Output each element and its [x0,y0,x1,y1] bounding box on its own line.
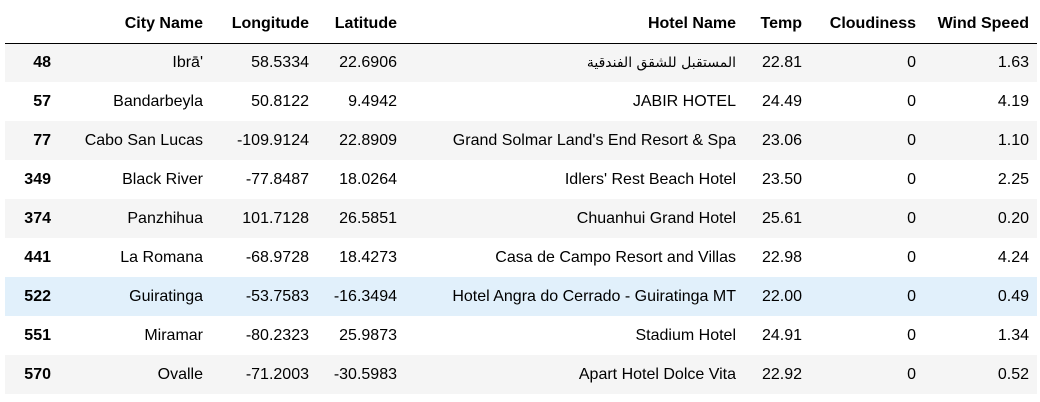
table-row: 48 Ibrā' 58.5334 22.6906 المستقبل للشقق … [5,43,1037,82]
cell-temp: 22.98 [761,248,802,266]
cell-cloudiness: 0 [907,53,916,71]
table-header: City Name Longitude Latitude Hotel Name … [5,5,1037,44]
row-index: 349 [24,170,51,188]
table-row: 374 Panzhihua 101.7128 26.5851 Chuanhui … [5,199,1037,238]
cell-hotel-name: Idlers' Rest Beach Hotel [564,170,736,188]
cell-wind-speed: 1.10 [997,131,1029,149]
column-header-wind-speed: Wind Speed [924,5,1037,44]
cell-wind-speed: 1.63 [997,53,1029,71]
cell-city-name: Black River [122,170,203,188]
cell-temp: 23.06 [761,131,802,149]
cell-wind-speed: 4.24 [997,248,1029,266]
cell-latitude: 22.8909 [339,131,397,149]
row-index: 57 [33,92,51,110]
cell-cloudiness: 0 [907,92,916,110]
cell-temp: 22.92 [761,365,802,383]
column-header-temp: Temp [744,5,810,44]
cell-cloudiness: 0 [907,365,916,383]
cell-latitude: 25.9873 [339,326,397,344]
cell-city-name: Guiratinga [129,287,203,305]
cell-cloudiness: 0 [907,248,916,266]
cell-cloudiness: 0 [907,131,916,149]
cell-longitude: 101.7128 [242,209,309,227]
cell-latitude: -16.3494 [333,287,397,305]
cell-hotel-name: Grand Solmar Land's End Resort & Spa [452,131,736,149]
table-body: 48 Ibrā' 58.5334 22.6906 المستقبل للشقق … [5,43,1037,394]
cell-latitude: -30.5983 [333,365,397,383]
cell-wind-speed: 4.19 [997,92,1029,110]
cell-longitude: -77.8487 [245,170,309,188]
cell-city-name: Ibrā' [172,53,203,71]
column-header-longitude: Longitude [211,5,317,44]
cell-latitude: 26.5851 [339,209,397,227]
cell-temp: 24.91 [761,326,802,344]
cell-city-name: La Romana [120,248,203,266]
cell-city-name: Miramar [144,326,203,344]
cell-wind-speed: 0.20 [997,209,1029,227]
cell-cloudiness: 0 [907,287,916,305]
row-index: 374 [24,209,51,227]
hotel-dataframe-table: City Name Longitude Latitude Hotel Name … [5,5,1037,394]
header-row: City Name Longitude Latitude Hotel Name … [5,5,1037,44]
cell-cloudiness: 0 [907,209,916,227]
cell-temp: 23.50 [761,170,802,188]
column-header-latitude: Latitude [317,5,405,44]
column-header-cloudiness: Cloudiness [810,5,924,44]
cell-longitude: 50.8122 [251,92,309,110]
column-header-index [5,5,59,44]
cell-hotel-name: Hotel Angra do Cerrado - Guiratinga MT [452,287,736,305]
cell-wind-speed: 2.25 [997,170,1029,188]
row-index: 570 [24,365,51,383]
cell-hotel-name: Casa de Campo Resort and Villas [495,248,736,266]
row-index: 441 [24,248,51,266]
cell-city-name: Cabo San Lucas [84,131,203,149]
cell-wind-speed: 1.34 [997,326,1029,344]
table-row: 570 Ovalle -71.2003 -30.5983 Apart Hotel… [5,355,1037,394]
dataframe-output: City Name Longitude Latitude Hotel Name … [0,0,1040,402]
cell-latitude: 9.4942 [348,92,397,110]
cell-temp: 22.00 [761,287,802,305]
cell-longitude: -109.9124 [236,131,309,149]
cell-longitude: -71.2003 [245,365,309,383]
cell-hotel-name: Chuanhui Grand Hotel [576,209,736,227]
cell-city-name: Panzhihua [127,209,203,227]
cell-wind-speed: 0.52 [997,365,1029,383]
row-index: 551 [24,326,51,344]
cell-cloudiness: 0 [907,326,916,344]
table-row: 441 La Romana -68.9728 18.4273 Casa de C… [5,238,1037,277]
cell-hotel-name: المستقبل للشقق الفندقية [586,54,736,71]
cell-latitude: 18.0264 [339,170,397,188]
cell-temp: 24.49 [761,92,802,110]
row-index: 48 [33,53,51,71]
cell-city-name: Bandarbeyla [113,92,203,110]
table-row-hovered: 522 Guiratinga -53.7583 -16.3494 Hotel A… [5,277,1037,316]
cell-temp: 25.61 [761,209,802,227]
table-row: 77 Cabo San Lucas -109.9124 22.8909 Gran… [5,121,1037,160]
cell-hotel-name: JABIR HOTEL [632,92,736,110]
cell-latitude: 18.4273 [339,248,397,266]
column-header-hotel-name: Hotel Name [405,5,744,44]
cell-longitude: -68.9728 [245,248,309,266]
cell-longitude: 58.5334 [251,53,309,71]
table-row: 551 Miramar -80.2323 25.9873 Stadium Hot… [5,316,1037,355]
cell-temp: 22.81 [761,53,802,71]
cell-cloudiness: 0 [907,170,916,188]
row-index: 522 [24,287,51,305]
column-header-city-name: City Name [59,5,211,44]
cell-longitude: -80.2323 [245,326,309,344]
cell-longitude: -53.7583 [245,287,309,305]
table-row: 57 Bandarbeyla 50.8122 9.4942 JABIR HOTE… [5,82,1037,121]
cell-hotel-name: Stadium Hotel [635,326,737,344]
row-index: 77 [33,131,51,149]
cell-city-name: Ovalle [157,365,203,383]
cell-latitude: 22.6906 [339,53,397,71]
cell-wind-speed: 0.49 [997,287,1029,305]
cell-hotel-name: Apart Hotel Dolce Vita [578,365,736,383]
table-row: 349 Black River -77.8487 18.0264 Idlers'… [5,160,1037,199]
